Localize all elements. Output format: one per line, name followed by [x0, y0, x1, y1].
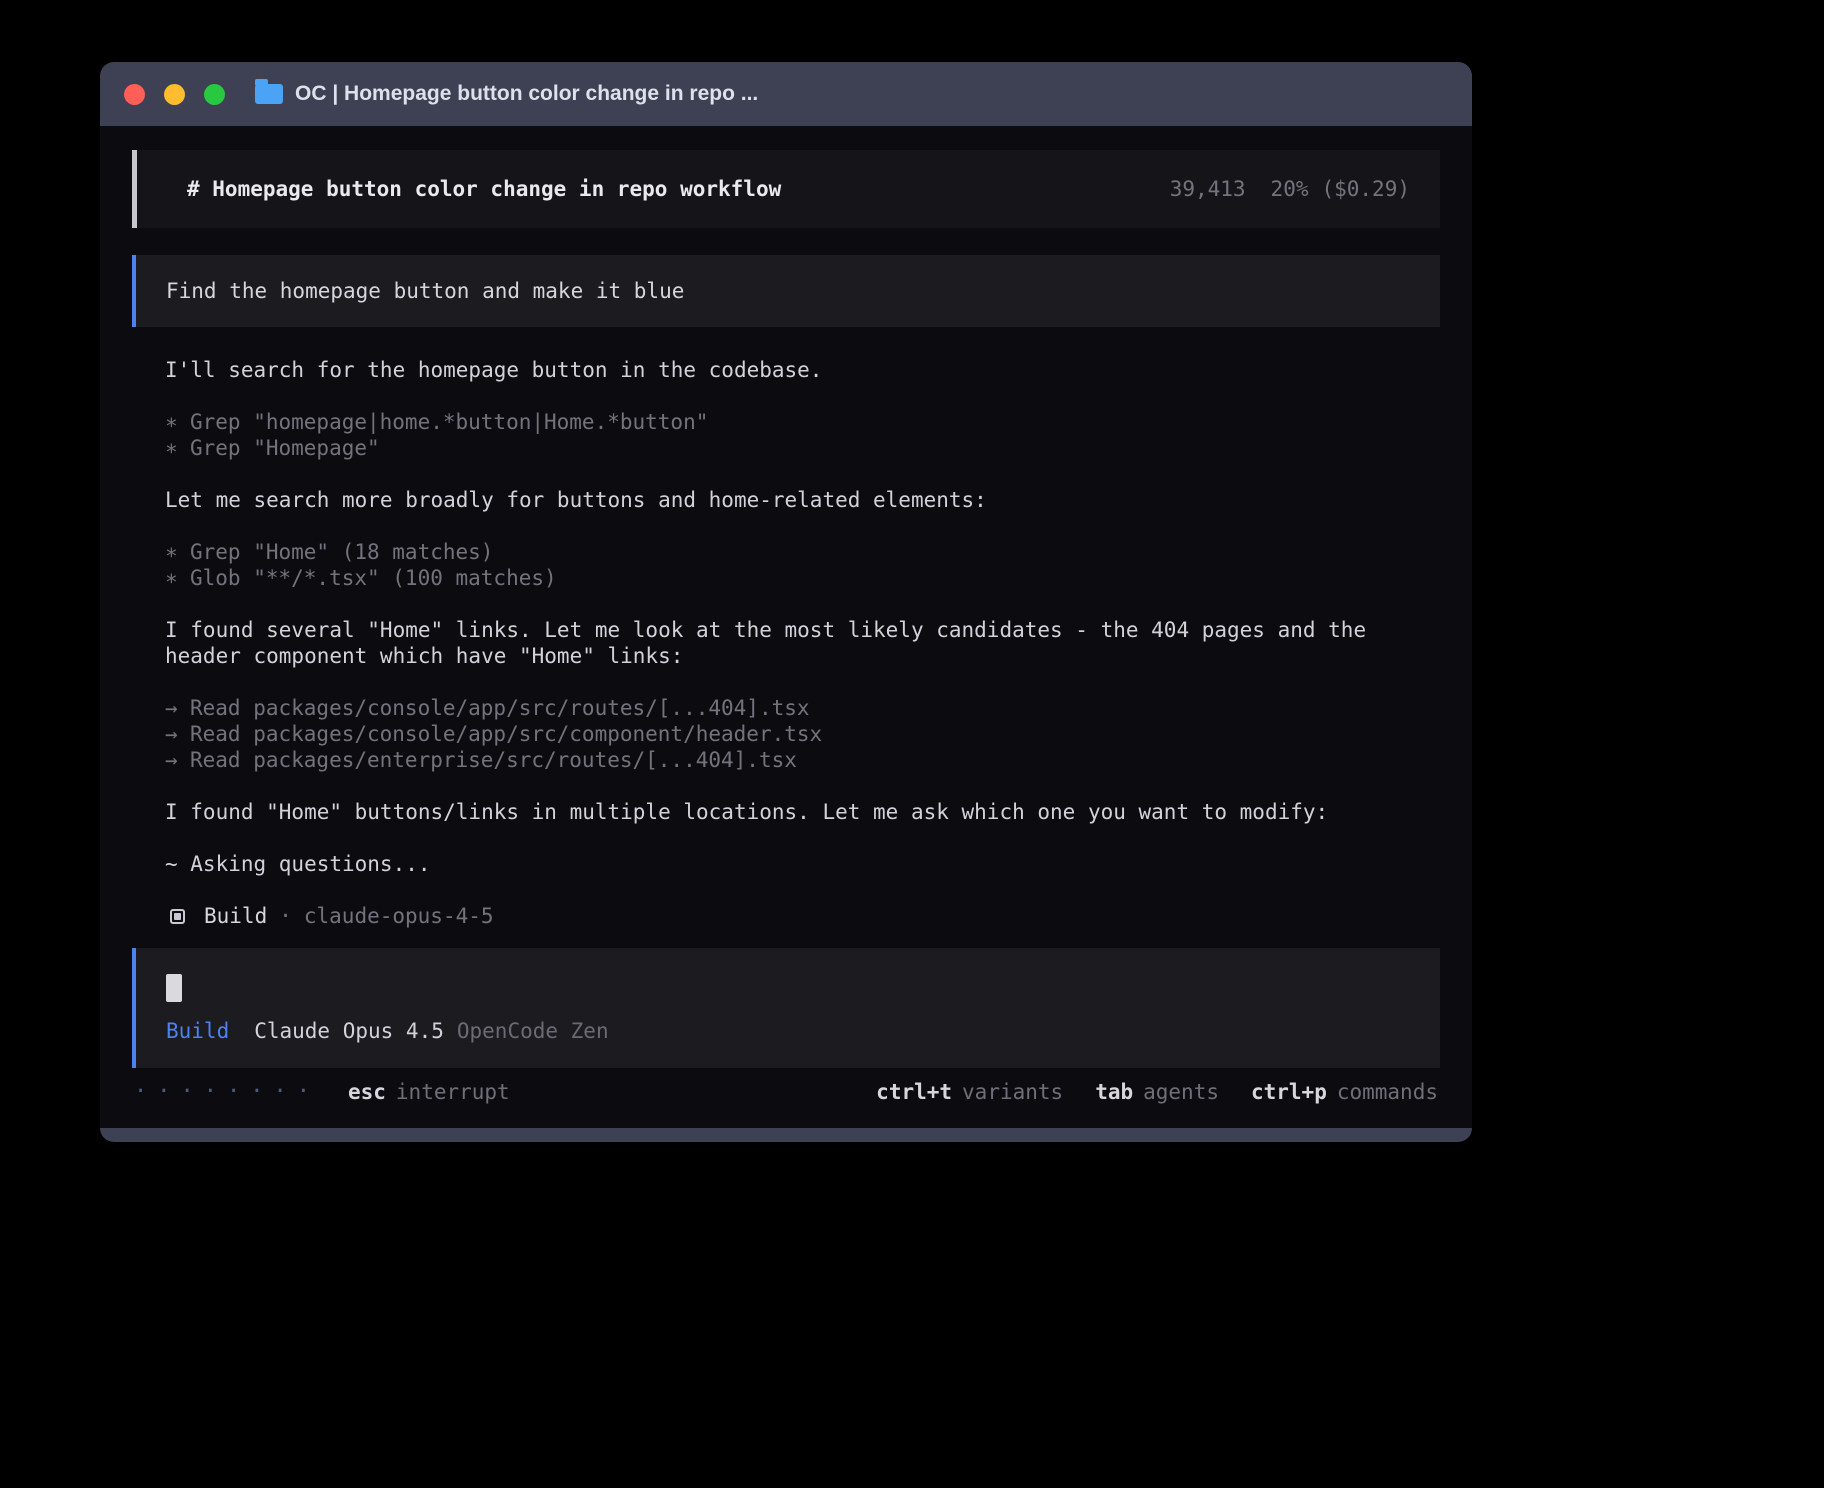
hint-key: esc: [348, 1080, 386, 1104]
agent-square-icon: [170, 909, 185, 924]
read-call: →Read packages/console/app/src/component…: [165, 721, 1405, 747]
terminal-content: # Homepage button color change in repo w…: [100, 126, 1472, 1128]
status-bar: ········ esc interrupt ctrl+t variants tab…: [132, 1079, 1440, 1104]
agent-name: Build: [204, 903, 267, 929]
zoom-button[interactable]: [204, 84, 225, 105]
read-call: →Read packages/console/app/src/routes/[.…: [165, 695, 1405, 721]
tool-call-label: Glob "**/*.tsx" (100 matches): [190, 566, 557, 590]
agent-model: claude-opus-4-5: [304, 903, 494, 929]
asterisk-icon: ∗: [165, 409, 190, 435]
read-call-label: Read packages/enterprise/src/routes/[...…: [190, 748, 797, 772]
working-status-text: ~ Asking questions...: [165, 851, 1405, 877]
arrow-right-icon: →: [165, 695, 190, 721]
session-cost: ($0.29): [1321, 177, 1410, 201]
close-button[interactable]: [124, 84, 145, 105]
spinner-dots-icon: ········: [134, 1079, 320, 1104]
context-percent: 20%: [1271, 177, 1309, 201]
tool-call: ∗Glob "**/*.tsx" (100 matches): [165, 565, 1405, 591]
folder-icon: [255, 84, 283, 104]
assistant-text-line: I'll search for the homepage button in t…: [165, 357, 1405, 383]
tool-call-label: Grep "homepage|home.*button|Home.*button…: [190, 410, 708, 434]
read-call-label: Read packages/console/app/src/routes/[..…: [190, 696, 810, 720]
transcript: I'll search for the homepage button in t…: [165, 357, 1405, 929]
session-title: # Homepage button color change in repo w…: [187, 177, 781, 201]
tool-call: ∗Grep "Home" (18 matches): [165, 539, 1405, 565]
window-titlebar[interactable]: OC | Homepage button color change in rep…: [100, 62, 1472, 126]
tool-call-group: ∗Grep "Home" (18 matches) ∗Glob "**/*.ts…: [165, 539, 1405, 591]
user-message-text: Find the homepage button and make it blu…: [166, 279, 684, 303]
assistant-text-line: Let me search more broadly for buttons a…: [165, 487, 1405, 513]
working-status: ~ Asking questions...: [165, 851, 1405, 877]
arrow-right-icon: →: [165, 747, 190, 773]
assistant-text: I found several "Home" links. Let me loo…: [165, 617, 1405, 669]
asterisk-icon: ∗: [165, 565, 190, 591]
hint-interrupt: esc interrupt: [348, 1080, 510, 1104]
token-count: 39,413: [1170, 177, 1246, 201]
status-bar-right: ctrl+t variants tab agents ctrl+p commands: [876, 1080, 1438, 1104]
hint-key: tab: [1095, 1080, 1133, 1104]
session-header: # Homepage button color change in repo w…: [132, 150, 1440, 228]
read-call-group: →Read packages/console/app/src/routes/[.…: [165, 695, 1405, 773]
minimize-button[interactable]: [164, 84, 185, 105]
hint-label: commands: [1337, 1080, 1438, 1104]
arrow-right-icon: →: [165, 721, 190, 747]
read-call-label: Read packages/console/app/src/component/…: [190, 722, 822, 746]
traffic-lights: [124, 84, 225, 105]
asterisk-icon: ∗: [165, 435, 190, 461]
hint-label: agents: [1143, 1080, 1219, 1104]
status-bar-left: ········ esc interrupt: [134, 1079, 510, 1104]
prompt-input[interactable]: Build Claude Opus 4.5 OpenCode Zen: [132, 948, 1440, 1068]
tool-call: ∗Grep "Homepage": [165, 435, 1405, 461]
hint-key: ctrl+t: [876, 1080, 952, 1104]
hint-label: variants: [962, 1080, 1063, 1104]
tool-call: ∗Grep "homepage|home.*button|Home.*butto…: [165, 409, 1405, 435]
input-meta: Build Claude Opus 4.5 OpenCode Zen: [166, 1018, 1410, 1044]
hint-label: interrupt: [396, 1080, 510, 1104]
agent-badge: Build · claude-opus-4-5: [165, 903, 1405, 929]
input-provider: OpenCode Zen: [457, 1019, 609, 1043]
agent-separator: ·: [279, 903, 292, 929]
tool-call-label: Grep "Home" (18 matches): [190, 540, 493, 564]
input-mode[interactable]: Build: [166, 1019, 229, 1043]
hint-commands: ctrl+p commands: [1251, 1080, 1438, 1104]
assistant-text-line: I found several "Home" links. Let me loo…: [165, 617, 1405, 669]
session-meta: 39,413 20% ($0.29): [1170, 177, 1410, 201]
hint-variants: ctrl+t variants: [876, 1080, 1063, 1104]
window-title: OC | Homepage button color change in rep…: [295, 82, 758, 106]
text-cursor: [166, 974, 182, 1002]
window-bottom-edge: [100, 1128, 1472, 1142]
asterisk-icon: ∗: [165, 539, 190, 565]
tool-call-group: ∗Grep "homepage|home.*button|Home.*butto…: [165, 409, 1405, 461]
read-call: →Read packages/enterprise/src/routes/[..…: [165, 747, 1405, 773]
input-model: Claude Opus 4.5: [254, 1019, 444, 1043]
hint-key: ctrl+p: [1251, 1080, 1327, 1104]
user-message: Find the homepage button and make it blu…: [132, 255, 1440, 327]
assistant-text: Let me search more broadly for buttons a…: [165, 487, 1405, 513]
assistant-text: I found "Home" buttons/links in multiple…: [165, 799, 1405, 825]
hint-agents: tab agents: [1095, 1080, 1219, 1104]
terminal-window: OC | Homepage button color change in rep…: [100, 62, 1472, 1142]
tool-call-label: Grep "Homepage": [190, 436, 380, 460]
assistant-text: I'll search for the homepage button in t…: [165, 357, 1405, 383]
assistant-text-line: I found "Home" buttons/links in multiple…: [165, 799, 1405, 825]
